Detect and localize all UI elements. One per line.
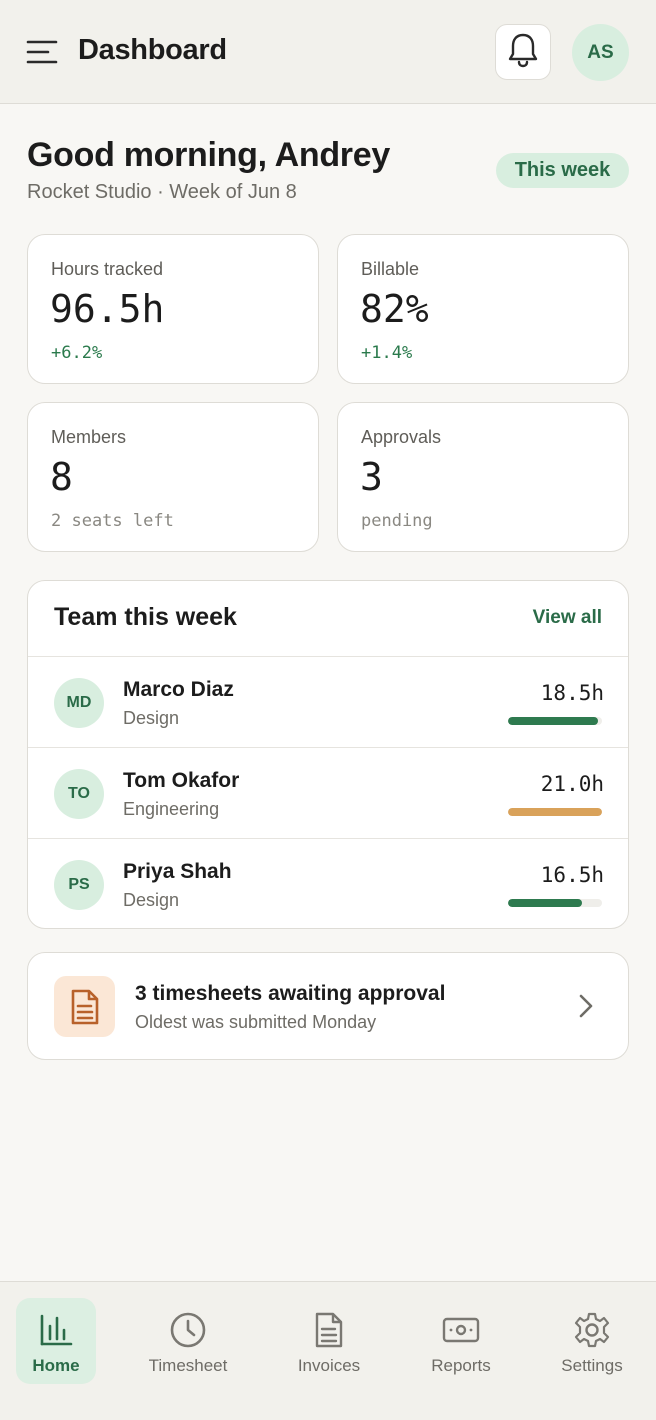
member-progress-bar xyxy=(508,717,602,725)
stat-card-members[interactable]: Members 8 2 seats left xyxy=(27,402,319,552)
nav-label: Settings xyxy=(561,1356,623,1375)
bottom-navigation: Home Timesheet Invoices Reports Settings xyxy=(0,1281,656,1420)
member-progress-fill xyxy=(508,899,583,907)
bar-chart-icon xyxy=(36,1310,76,1350)
member-hours: 21.0h xyxy=(540,772,604,796)
stat-delta: +6.2% xyxy=(51,343,103,363)
member-department: Engineering xyxy=(123,799,220,819)
banknote-icon xyxy=(441,1310,481,1350)
stat-label: Billable xyxy=(361,259,420,279)
hamburger-menu-icon[interactable] xyxy=(22,32,62,72)
member-hours: 16.5h xyxy=(540,863,604,887)
gear-icon xyxy=(572,1310,612,1350)
member-avatar: PS xyxy=(54,860,104,910)
approval-notice-title: 3 timesheets awaiting approval xyxy=(135,982,446,1005)
nav-timesheet[interactable]: Timesheet xyxy=(148,1298,228,1384)
member-hours: 18.5h xyxy=(540,681,604,705)
nav-label: Home xyxy=(32,1356,80,1375)
page-title: Dashboard xyxy=(78,34,227,66)
bell-icon xyxy=(506,32,540,73)
member-progress-fill xyxy=(508,808,602,816)
team-member-row[interactable]: PS Priya Shah Design 16.5h xyxy=(28,838,628,928)
member-department: Design xyxy=(123,708,180,728)
member-name: Priya Shah xyxy=(123,860,232,883)
stat-delta: +1.4% xyxy=(361,343,413,363)
stat-card-hours[interactable]: Hours tracked 96.5h +6.2% xyxy=(27,234,319,384)
stat-card-billable[interactable]: Billable 82% +1.4% xyxy=(337,234,629,384)
approval-notice-card[interactable]: 3 timesheets awaiting approval Oldest wa… xyxy=(27,952,629,1060)
member-progress-fill xyxy=(508,717,599,725)
team-section-title: Team this week xyxy=(54,603,237,631)
member-department: Design xyxy=(123,890,180,910)
member-progress-bar xyxy=(508,808,602,816)
team-member-row[interactable]: TO Tom Okafor Engineering 21.0h xyxy=(28,747,628,838)
member-progress-bar xyxy=(508,899,602,907)
view-all-link[interactable]: View all xyxy=(533,607,602,629)
approval-notice-subtitle: Oldest was submitted Monday xyxy=(135,1012,377,1032)
stat-value: 8 xyxy=(50,455,73,499)
nav-label: Reports xyxy=(431,1356,491,1375)
document-icon xyxy=(54,976,115,1037)
stat-label: Hours tracked xyxy=(51,259,164,279)
stat-label: Members xyxy=(51,427,127,447)
chevron-right-icon xyxy=(578,993,594,1024)
nav-settings[interactable]: Settings xyxy=(552,1298,632,1384)
team-this-week-card: Team this week View all MD Marco Diaz De… xyxy=(27,580,629,929)
nav-label: Invoices xyxy=(297,1356,361,1375)
stat-value: 82% xyxy=(360,287,429,331)
member-avatar: TO xyxy=(54,769,104,819)
member-name: Tom Okafor xyxy=(123,769,240,792)
member-name: Marco Diaz xyxy=(123,678,234,701)
stat-card-approvals[interactable]: Approvals 3 pending xyxy=(337,402,629,552)
clock-icon xyxy=(168,1310,208,1350)
period-filter-pill[interactable]: This week xyxy=(496,153,629,188)
document-icon xyxy=(309,1310,349,1350)
user-avatar[interactable]: AS xyxy=(572,24,629,81)
nav-reports[interactable]: Reports xyxy=(421,1298,501,1384)
greeting-subtitle: Rocket Studio · Week of Jun 8 xyxy=(27,181,297,203)
team-member-row[interactable]: MD Marco Diaz Design 18.5h xyxy=(28,656,628,747)
notifications-button[interactable] xyxy=(495,24,551,80)
stat-value: 3 xyxy=(360,455,383,499)
top-app-bar: Dashboard AS xyxy=(0,0,656,104)
stat-value: 96.5h xyxy=(50,287,165,331)
nav-home[interactable]: Home xyxy=(16,1298,96,1384)
greeting-title: Good morning, Andrey xyxy=(27,136,390,174)
stat-note: 2 seats left xyxy=(51,511,174,531)
stat-label: Approvals xyxy=(361,427,442,447)
nav-label: Timesheet xyxy=(148,1356,228,1375)
nav-invoices[interactable]: Invoices xyxy=(289,1298,369,1384)
member-avatar: MD xyxy=(54,678,104,728)
stat-note: pending xyxy=(361,511,433,531)
